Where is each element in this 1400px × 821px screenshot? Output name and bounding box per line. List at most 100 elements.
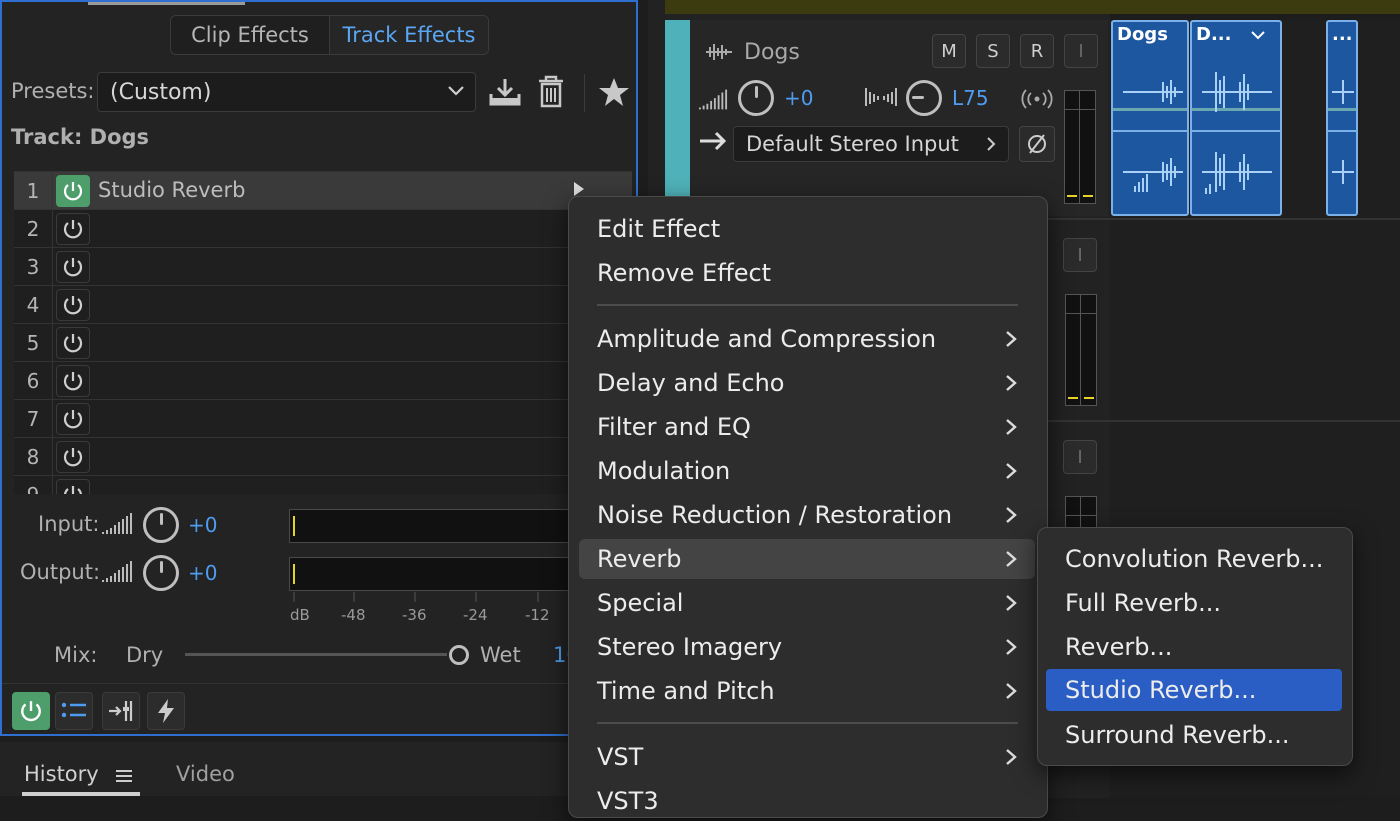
chevron-right-icon	[1005, 418, 1017, 436]
power-icon[interactable]	[56, 175, 90, 207]
track-pan-value[interactable]: L75	[952, 86, 989, 110]
mix-wet-label: Wet	[480, 643, 521, 667]
presets-label: Presets:	[11, 79, 95, 103]
power-icon[interactable]	[56, 365, 90, 397]
solo-button[interactable]: S	[976, 34, 1010, 68]
audio-clip[interactable]: Dogs	[1111, 20, 1189, 216]
meter-scale-label: dB	[290, 606, 310, 624]
menu-item-label: Edit Effect	[597, 215, 721, 243]
meter-scale-label: -24	[463, 606, 488, 624]
menu-item-modulation[interactable]: Modulation	[579, 451, 1035, 491]
power-icon[interactable]	[56, 441, 90, 473]
input-monitor-button[interactable]: I	[1064, 34, 1098, 68]
submenu-item-label: Convolution Reverb...	[1065, 545, 1324, 573]
chevron-right-icon	[1005, 748, 1017, 766]
master-power-button[interactable]	[12, 692, 50, 730]
menu-item-label: Remove Effect	[597, 259, 772, 287]
insert-effect-button[interactable]	[102, 692, 140, 730]
input-gain-knob[interactable]	[143, 507, 179, 543]
menu-item-time-pitch[interactable]: Time and Pitch	[579, 671, 1035, 711]
rack-slot-7[interactable]: 7	[14, 400, 632, 438]
record-arm-button[interactable]: R	[1020, 34, 1054, 68]
slot-number: 1	[14, 172, 53, 209]
panel-menu-icon[interactable]	[116, 769, 132, 783]
rack-slot-5[interactable]: 5	[14, 324, 632, 362]
level-bars-icon	[101, 510, 133, 536]
rack-slot-6[interactable]: 6	[14, 362, 632, 400]
favorite-star-icon[interactable]	[598, 77, 630, 107]
menu-item-vst3[interactable]: VST3	[579, 781, 1035, 821]
active-tab-underline	[22, 792, 140, 796]
track-volume-value[interactable]: +0	[784, 86, 813, 110]
rack-list-button[interactable]	[55, 692, 93, 730]
input-monitor-button[interactable]: I	[1063, 440, 1097, 474]
tab-track-effects[interactable]: Track Effects	[329, 16, 488, 54]
delete-preset-icon[interactable]	[537, 75, 565, 109]
tab-clip-effects[interactable]: Clip Effects	[171, 16, 329, 54]
audio-clip[interactable]: D...	[1190, 20, 1282, 216]
track-input-dropdown[interactable]: Default Stereo Input	[733, 126, 1009, 162]
mix-slider-handle[interactable]	[449, 645, 469, 665]
power-icon	[19, 699, 43, 723]
chevron-right-icon	[1005, 462, 1017, 480]
menu-item-delay-echo[interactable]: Delay and Echo	[579, 363, 1035, 403]
audio-clip[interactable]: ...	[1326, 20, 1358, 216]
power-icon[interactable]	[56, 213, 90, 245]
mix-dry-label: Dry	[126, 643, 164, 667]
submenu-item-full-reverb[interactable]: Full Reverb...	[1046, 582, 1342, 624]
power-icon[interactable]	[56, 251, 90, 283]
menu-item-edit-effect[interactable]: Edit Effect	[579, 209, 1035, 249]
submenu-item-convolution-reverb[interactable]: Convolution Reverb...	[1046, 538, 1342, 580]
menu-separator	[597, 722, 1018, 724]
rack-slot-3[interactable]: 3	[14, 248, 632, 286]
stereo-broadcast-icon[interactable]	[1020, 88, 1054, 110]
menu-item-label: Noise Reduction / Restoration	[597, 501, 953, 529]
submenu-item-studio-reverb[interactable]: Studio Reverb...	[1046, 669, 1342, 711]
input-label: Input:	[38, 512, 100, 536]
menu-item-special[interactable]: Special	[579, 583, 1035, 623]
waveform-icon	[704, 42, 734, 62]
power-icon[interactable]	[56, 403, 90, 435]
rack-slot-8[interactable]: 8	[14, 438, 632, 476]
menu-item-vst[interactable]: VST	[579, 737, 1035, 777]
track-pan-knob[interactable]	[906, 80, 942, 116]
output-gain-knob[interactable]	[143, 555, 179, 591]
tab-history[interactable]: History	[24, 762, 99, 786]
phase-invert-button[interactable]	[1019, 126, 1055, 162]
menu-item-noise-reduction[interactable]: Noise Reduction / Restoration	[579, 495, 1035, 535]
input-gain-value[interactable]: +0	[188, 513, 217, 537]
power-icon[interactable]	[56, 479, 90, 494]
rack-slot-1[interactable]: 1 Studio Reverb	[14, 172, 632, 210]
menu-item-label: Delay and Echo	[597, 369, 785, 397]
power-icon[interactable]	[56, 327, 90, 359]
track-volume-knob[interactable]	[738, 80, 774, 116]
track-label: Track: Dogs	[11, 125, 150, 149]
clip-name: D...	[1196, 24, 1232, 45]
chevron-down-icon[interactable]	[1250, 30, 1266, 40]
menu-item-remove-effect[interactable]: Remove Effect	[579, 253, 1035, 293]
menu-item-label: VST3	[597, 787, 659, 815]
apply-effect-button[interactable]	[147, 692, 185, 730]
presets-dropdown[interactable]: (Custom)	[97, 72, 476, 112]
rack-slot-9[interactable]: 9	[14, 476, 632, 494]
mute-button[interactable]: M	[932, 34, 966, 68]
menu-item-reverb[interactable]: Reverb	[579, 539, 1035, 579]
track-name[interactable]: Dogs	[744, 40, 800, 65]
mix-slider-track[interactable]	[185, 653, 447, 656]
waveform-graphic	[1332, 80, 1354, 184]
output-gain-value[interactable]: +0	[188, 561, 217, 585]
submenu-item-surround-reverb[interactable]: Surround Reverb...	[1046, 714, 1342, 756]
track-divider	[1110, 218, 1400, 220]
input-monitor-button[interactable]: I	[1063, 238, 1097, 272]
chevron-right-icon	[1005, 374, 1017, 392]
rack-slot-4[interactable]: 4	[14, 286, 632, 324]
menu-item-filter-eq[interactable]: Filter and EQ	[579, 407, 1035, 447]
save-preset-icon[interactable]	[488, 76, 522, 108]
menu-item-amplitude-compression[interactable]: Amplitude and Compression	[579, 319, 1035, 359]
power-icon[interactable]	[56, 289, 90, 321]
lightning-icon	[156, 698, 176, 724]
rack-slot-2[interactable]: 2	[14, 210, 632, 248]
tab-video[interactable]: Video	[176, 762, 235, 786]
menu-item-stereo-imagery[interactable]: Stereo Imagery	[579, 627, 1035, 667]
submenu-item-reverb[interactable]: Reverb...	[1046, 626, 1342, 668]
